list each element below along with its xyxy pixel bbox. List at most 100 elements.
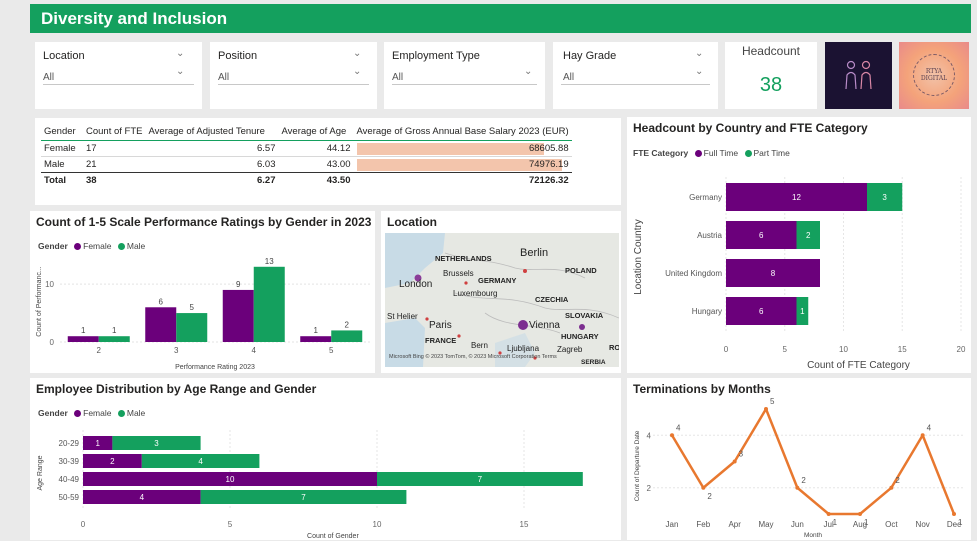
column-header[interactable]: Count of FTE [83, 124, 146, 140]
data-label: 2 [895, 476, 900, 485]
x-tick-label: 5 [228, 520, 233, 529]
salary-data-bar [356, 142, 545, 155]
bar-male[interactable] [253, 266, 285, 342]
summary-table: Gender Count of FTE Average of Adjusted … [35, 118, 621, 205]
x-tick-label: 15 [520, 520, 529, 529]
x-tick-label: 15 [898, 345, 907, 354]
line-point[interactable] [732, 459, 737, 464]
cell-salary: 72126.32 [528, 174, 569, 186]
line-point[interactable] [858, 512, 862, 516]
data-label: 8 [771, 269, 776, 278]
data-label: 2 [806, 231, 811, 240]
y-axis-title: Age Range [37, 455, 44, 490]
map-title: Location [387, 215, 437, 229]
slicer-hay-grade-value[interactable]: All [563, 72, 574, 83]
cell-tenure: 6.03 [257, 158, 276, 170]
line-point[interactable] [701, 485, 706, 490]
chevron-down-icon[interactable]: ⌄ [353, 66, 361, 77]
x-tick-label: Nov [916, 520, 930, 529]
y-tick-label: 0 [50, 338, 55, 347]
map-label: Berlin [520, 247, 549, 259]
slicer-position-value[interactable]: All [218, 72, 229, 83]
x-tick-label: 3 [174, 346, 179, 355]
column-header[interactable]: Average of Age [279, 124, 354, 140]
data-label: 6 [759, 231, 764, 240]
data-label: 4 [676, 423, 681, 432]
x-tick-label: 20 [957, 345, 966, 354]
chevron-down-icon[interactable]: ⌄ [695, 48, 703, 59]
bar-male[interactable] [331, 330, 363, 342]
line-point[interactable] [889, 485, 894, 490]
data-label: 1 [314, 326, 319, 335]
cell-gender: Total [44, 174, 66, 186]
chevron-down-icon[interactable]: ⌄ [695, 66, 703, 77]
column-header[interactable]: Gender [41, 124, 83, 140]
line-point[interactable] [952, 512, 956, 516]
cell-tenure: 6.57 [257, 142, 276, 154]
x-tick-label: Jul [824, 520, 834, 529]
terminations-chart[interactable]: 244Jan2Feb3Apr5May2Jun 1Jul 1Aug2Oct4Nov 1D… [627, 378, 971, 540]
line-point[interactable] [826, 512, 831, 516]
summary-matrix: Gender Count of FTE Average of Adjusted … [41, 124, 572, 188]
data-label: 2 [801, 476, 806, 485]
column-header[interactable]: Average of Gross Annual Base Salary 2023… [354, 124, 572, 140]
age-chart-card: Employee Distribution by Age Range and G… [30, 378, 621, 540]
x-tick-label: 10 [373, 520, 382, 529]
data-label: 4 [927, 423, 932, 432]
bar-female[interactable] [300, 336, 332, 342]
line-point[interactable] [920, 433, 925, 438]
bar-male[interactable] [98, 336, 130, 342]
chevron-down-icon[interactable]: ⌄ [353, 48, 361, 59]
map-label: Bern [471, 341, 488, 350]
bar-male[interactable] [176, 313, 208, 342]
map-label: CZECHIA [535, 295, 569, 304]
data-label: 13 [265, 257, 274, 266]
cell-tenure: 6.27 [257, 174, 276, 186]
y-tick-label: 20-29 [59, 439, 80, 448]
chevron-down-icon[interactable]: ⌄ [524, 66, 532, 77]
slicer-position[interactable]: Position ⌄ All ⌄ [210, 42, 377, 109]
x-tick-label: 2 [97, 346, 102, 355]
line-point[interactable] [670, 433, 674, 438]
location-map[interactable]: NETHERLANDS Berlin London Brussels GERMA… [385, 233, 619, 367]
cell-fte: 38 [86, 174, 97, 186]
column-header[interactable]: Average of Adjusted Tenure [146, 124, 279, 140]
slicer-hay-grade[interactable]: Hay Grade ⌄ All ⌄ [553, 42, 718, 109]
bar-female[interactable] [222, 289, 254, 342]
x-tick-label: Jun [791, 520, 804, 529]
y-tick-label: 50-59 [59, 493, 80, 502]
slicer-underline [43, 84, 194, 85]
age-chart[interactable]: 0 5 10 15 20-29 1 3 30-39 2 4 40-49 10 7 50-59 4 7 Count… [30, 378, 621, 540]
map-label: Paris [429, 320, 452, 331]
map-copyright[interactable]: Microsoft Bing © 2023 TomTom, © 2023 Mic… [389, 354, 557, 360]
country-chart[interactable]: 0 5 10 15 20 Germany 12 3 Austria 6 2 United Kingdo… [627, 117, 971, 373]
data-label: 9 [236, 280, 241, 289]
cell-age: 43.50 [326, 174, 351, 186]
cell-age: 44.12 [326, 142, 351, 154]
data-label: 7 [478, 475, 483, 484]
dashboard-title: Diversity and Inclusion [30, 4, 971, 33]
y-tick-label: 30-39 [59, 457, 80, 466]
terminations-line[interactable] [670, 407, 956, 516]
chevron-down-icon[interactable]: ⌄ [176, 66, 184, 77]
data-label: 6 [159, 297, 164, 306]
bar-female[interactable] [145, 307, 177, 342]
slicer-location-value[interactable]: All [43, 72, 54, 83]
map-label: Luxembourg [453, 289, 498, 298]
bar-female[interactable] [67, 336, 99, 342]
slicer-employment-type-value[interactable]: All [392, 72, 403, 83]
x-axis-title: Month [804, 532, 822, 539]
map-point-vienna[interactable] [518, 320, 528, 330]
line-point[interactable] [764, 407, 768, 411]
line-point[interactable] [795, 485, 800, 490]
performance-chart[interactable]: 0101 126539134125Performance Rating 2023C… [30, 211, 375, 373]
slicer-underline [218, 84, 369, 85]
slicer-location[interactable]: Location ⌄ All ⌄ [35, 42, 202, 109]
map-point-hungary[interactable] [579, 324, 585, 330]
slicer-location-label: Location [43, 50, 85, 62]
slicer-employment-type[interactable]: Employment Type All ⌄ [384, 42, 545, 109]
map-label: RO [609, 343, 619, 352]
headcount-label: Headcount [741, 44, 801, 58]
chevron-down-icon[interactable]: ⌄ [176, 48, 184, 59]
y-axis-title: Count of Performanc... [36, 266, 43, 336]
